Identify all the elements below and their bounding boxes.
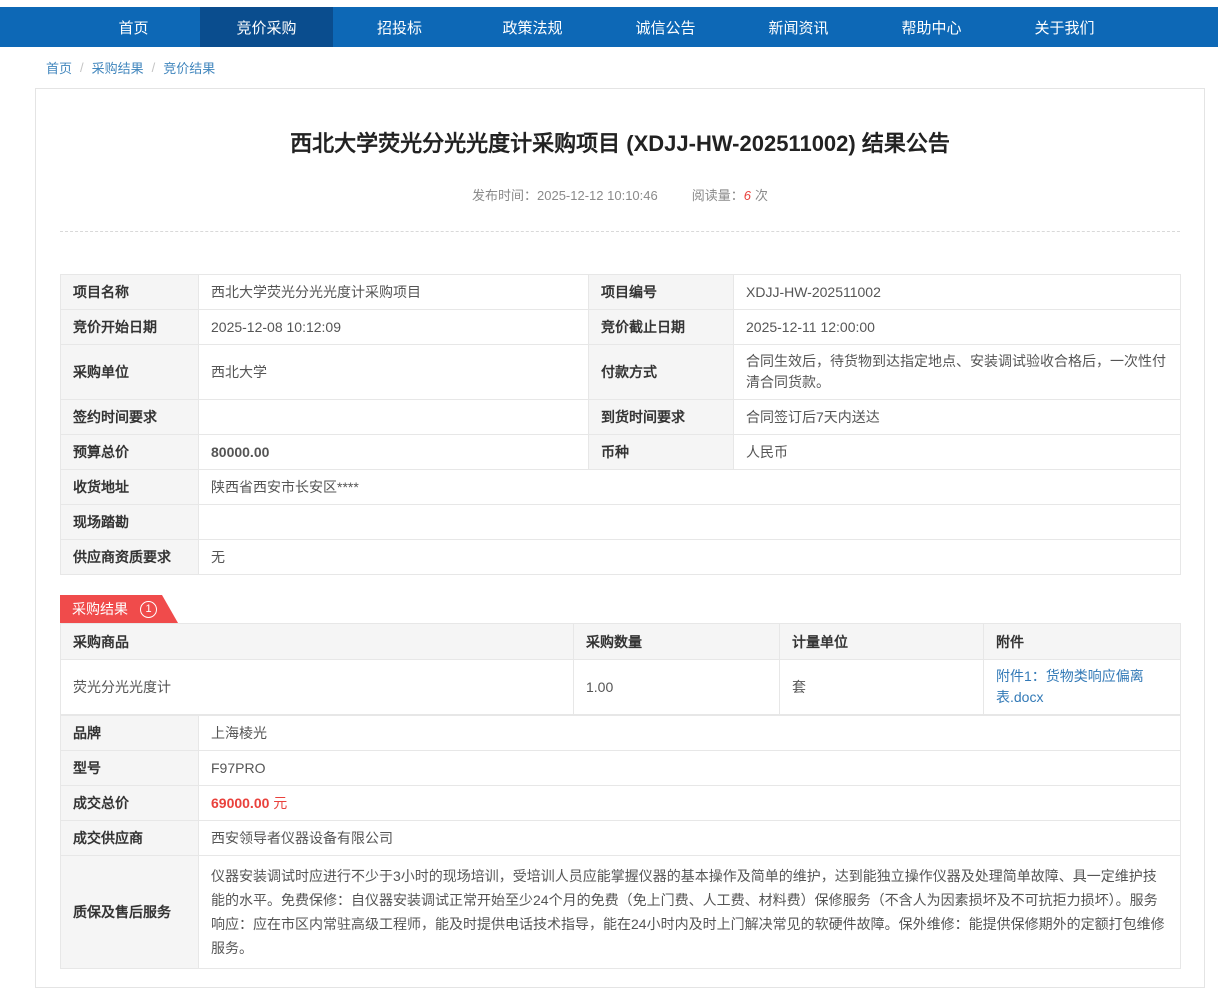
- result-count-badge: 1: [140, 601, 157, 618]
- goods-row: 荧光分光光度计 1.00 套 附件1：货物类响应偏离表.docx: [61, 660, 1181, 715]
- detail-row-model: 型号 F97PRO: [61, 751, 1181, 786]
- deal-price-unit: 元: [273, 795, 287, 811]
- budget-total-label: 预算总价: [61, 435, 199, 470]
- info-row: 采购单位 西北大学 付款方式 合同生效后，待货物到达指定地点、安装调试验收合格后…: [61, 345, 1181, 400]
- attachment-link[interactable]: 附件1：货物类响应偏离表.docx: [996, 668, 1144, 705]
- signing-time-label: 签约时间要求: [61, 400, 199, 435]
- delivery-address-label: 收货地址: [61, 470, 199, 505]
- info-row: 供应商资质要求 无: [61, 540, 1181, 575]
- nav-item-help-center[interactable]: 帮助中心: [865, 7, 998, 47]
- bidding-deadline-label: 竞价截止日期: [589, 310, 734, 345]
- info-row: 签约时间要求 到货时间要求 合同签订后7天内送达: [61, 400, 1181, 435]
- content-card: 西北大学荧光分光光度计采购项目 (XDJJ-HW-202511002) 结果公告…: [35, 88, 1205, 988]
- purchaser-label: 采购单位: [61, 345, 199, 400]
- nav-item-policy[interactable]: 政策法规: [466, 7, 599, 47]
- breadcrumb: 首页 / 采购结果 / 竞价结果: [0, 47, 1218, 88]
- header-product: 采购商品: [61, 624, 574, 660]
- delivery-time-value: 合同签订后7天内送达: [734, 400, 1181, 435]
- deal-price-label: 成交总价: [61, 786, 199, 821]
- header-attachment: 附件: [984, 624, 1181, 660]
- supplier-qualification-label: 供应商资质要求: [61, 540, 199, 575]
- info-row: 预算总价 80000.00 币种 人民币: [61, 435, 1181, 470]
- supplier-qualification-value: 无: [199, 540, 1181, 575]
- goods-header-row: 采购商品 采购数量 计量单位 附件: [61, 624, 1181, 660]
- nav-item-home[interactable]: 首页: [67, 7, 200, 47]
- info-row: 项目名称 西北大学荧光分光光度计采购项目 项目编号 XDJJ-HW-202511…: [61, 275, 1181, 310]
- detail-row-warranty: 质保及售后服务 仪器安装调试时应进行不少于3小时的现场培训，受培训人员应能掌握仪…: [61, 856, 1181, 969]
- brand-value: 上海棱光: [199, 716, 1181, 751]
- bidding-start-label: 竞价开始日期: [61, 310, 199, 345]
- dashed-divider: [60, 231, 1180, 232]
- delivery-address-value: 陕西省西安市长安区****: [199, 470, 1181, 505]
- winning-supplier-label: 成交供应商: [61, 821, 199, 856]
- detail-row-supplier: 成交供应商 西安领导者仪器设备有限公司: [61, 821, 1181, 856]
- nav-item-integrity-notice[interactable]: 诚信公告: [599, 7, 732, 47]
- tab-purchase-result-label: 采购结果: [72, 599, 128, 619]
- project-name-value: 西北大学荧光分光光度计采购项目: [199, 275, 589, 310]
- page-title: 西北大学荧光分光光度计采购项目 (XDJJ-HW-202511002) 结果公告: [60, 129, 1180, 159]
- site-survey-value: [199, 505, 1181, 540]
- budget-total-value: 80000.00: [199, 435, 589, 470]
- project-info-table: 项目名称 西北大学荧光分光光度计采购项目 项目编号 XDJJ-HW-202511…: [60, 274, 1181, 575]
- warranty-service-value: 仪器安装调试时应进行不少于3小时的现场培训，受培训人员应能掌握仪器的基本操作及简…: [199, 856, 1181, 969]
- breadcrumb-separator: /: [152, 60, 156, 75]
- payment-method-value: 合同生效后，待货物到达指定地点、安装调试验收合格后，一次性付清合同货款。: [734, 345, 1181, 400]
- article-meta: 发布时间：2025-12-12 10:10:46 阅读量：6次: [60, 185, 1180, 204]
- nav-item-about-us[interactable]: 关于我们: [998, 7, 1131, 47]
- bidding-start-value: 2025-12-08 10:12:09: [199, 310, 589, 345]
- product-quantity: 1.00: [574, 660, 780, 715]
- info-row: 现场踏勘: [61, 505, 1181, 540]
- winning-supplier-value: 西安领导者仪器设备有限公司: [199, 821, 1181, 856]
- views-count: 6: [744, 188, 751, 203]
- nav-item-bidding-purchase[interactable]: 竞价采购: [200, 7, 333, 47]
- detail-row-brand: 品牌 上海棱光: [61, 716, 1181, 751]
- info-row: 收货地址 陕西省西安市长安区****: [61, 470, 1181, 505]
- detail-row-deal-price: 成交总价 69000.00 元: [61, 786, 1181, 821]
- header-quantity: 采购数量: [574, 624, 780, 660]
- bidding-deadline-value: 2025-12-11 12:00:00: [734, 310, 1181, 345]
- product-name: 荧光分光光度计: [61, 660, 574, 715]
- views-unit: 次: [755, 188, 768, 203]
- project-number-label: 项目编号: [589, 275, 734, 310]
- nav-item-news[interactable]: 新闻资讯: [732, 7, 865, 47]
- payment-method-label: 付款方式: [589, 345, 734, 400]
- purchaser-value: 西北大学: [199, 345, 589, 400]
- project-name-label: 项目名称: [61, 275, 199, 310]
- publish-time-label: 发布时间：: [472, 188, 537, 203]
- views-label: 阅读量：: [692, 188, 744, 203]
- header-unit: 计量单位: [780, 624, 984, 660]
- warranty-service-label: 质保及售后服务: [61, 856, 199, 969]
- delivery-time-label: 到货时间要求: [589, 400, 734, 435]
- model-label: 型号: [61, 751, 199, 786]
- breadcrumb-link-purchase-results[interactable]: 采购结果: [92, 58, 144, 77]
- currency-value: 人民币: [734, 435, 1181, 470]
- project-number-value: XDJJ-HW-202511002: [734, 275, 1181, 310]
- top-nav: 首页 竞价采购 招投标 政策法规 诚信公告 新闻资讯 帮助中心 关于我们: [0, 7, 1218, 47]
- breadcrumb-link-home[interactable]: 首页: [46, 58, 72, 77]
- nav-item-tender[interactable]: 招投标: [333, 7, 466, 47]
- publish-time-value: 2025-12-12 10:10:46: [537, 188, 658, 203]
- breadcrumb-separator: /: [80, 60, 84, 75]
- info-row: 竞价开始日期 2025-12-08 10:12:09 竞价截止日期 2025-1…: [61, 310, 1181, 345]
- product-unit: 套: [780, 660, 984, 715]
- brand-label: 品牌: [61, 716, 199, 751]
- model-value: F97PRO: [199, 751, 1181, 786]
- site-survey-label: 现场踏勘: [61, 505, 199, 540]
- breadcrumb-link-bidding-results[interactable]: 竞价结果: [163, 58, 215, 77]
- deal-price-value: 69000.00: [211, 795, 269, 811]
- tab-purchase-result[interactable]: 采购结果 1: [60, 595, 178, 623]
- goods-table: 采购商品 采购数量 计量单位 附件 荧光分光光度计 1.00 套 附件1：货物类…: [60, 623, 1181, 715]
- currency-label: 币种: [589, 435, 734, 470]
- signing-time-value: [199, 400, 589, 435]
- deal-detail-table: 品牌 上海棱光 型号 F97PRO 成交总价 69000.00 元 成交供应商 …: [60, 715, 1181, 969]
